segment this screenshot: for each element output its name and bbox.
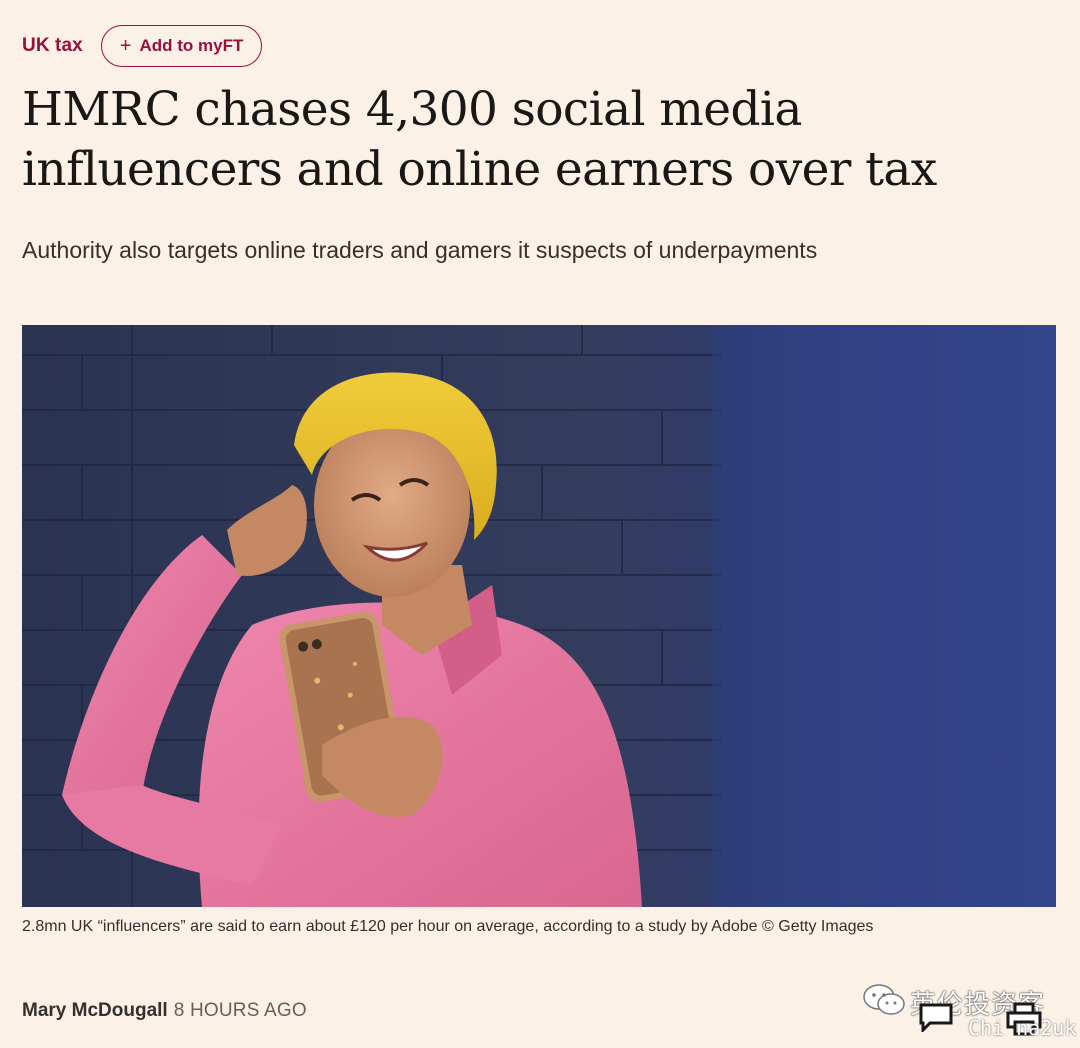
influencer-photo (22, 325, 1056, 907)
article-standfirst: Authority also targets online traders an… (22, 237, 818, 263)
topic-row: UK tax + Add to myFT (22, 24, 263, 68)
byline: Mary McDougall 8 HOURS AGO (22, 1000, 307, 1022)
add-to-myft-button[interactable]: + Add to myFT (100, 25, 263, 67)
plus-icon: + (119, 35, 132, 57)
image-caption: 2.8mn UK “influencers” are said to earn … (22, 918, 874, 935)
topic-link[interactable]: UK tax (22, 35, 83, 57)
watermark-subtitle: Chi na2uk (968, 1016, 1077, 1040)
watermark: 英伦投资客 Chi na2uk (862, 982, 1076, 1042)
article-headline: HMRC chases 4,300 social media influence… (22, 82, 937, 197)
comment-icon[interactable] (918, 1002, 954, 1032)
add-to-myft-label: Add to myFT (139, 36, 244, 55)
publish-time: 8 HOURS AGO (173, 1000, 307, 1021)
author-link[interactable]: Mary McDougall (22, 1000, 168, 1022)
hero-figure: 2.8mn UK “influencers” are said to earn … (22, 325, 1056, 937)
wechat-icon (863, 984, 905, 1015)
